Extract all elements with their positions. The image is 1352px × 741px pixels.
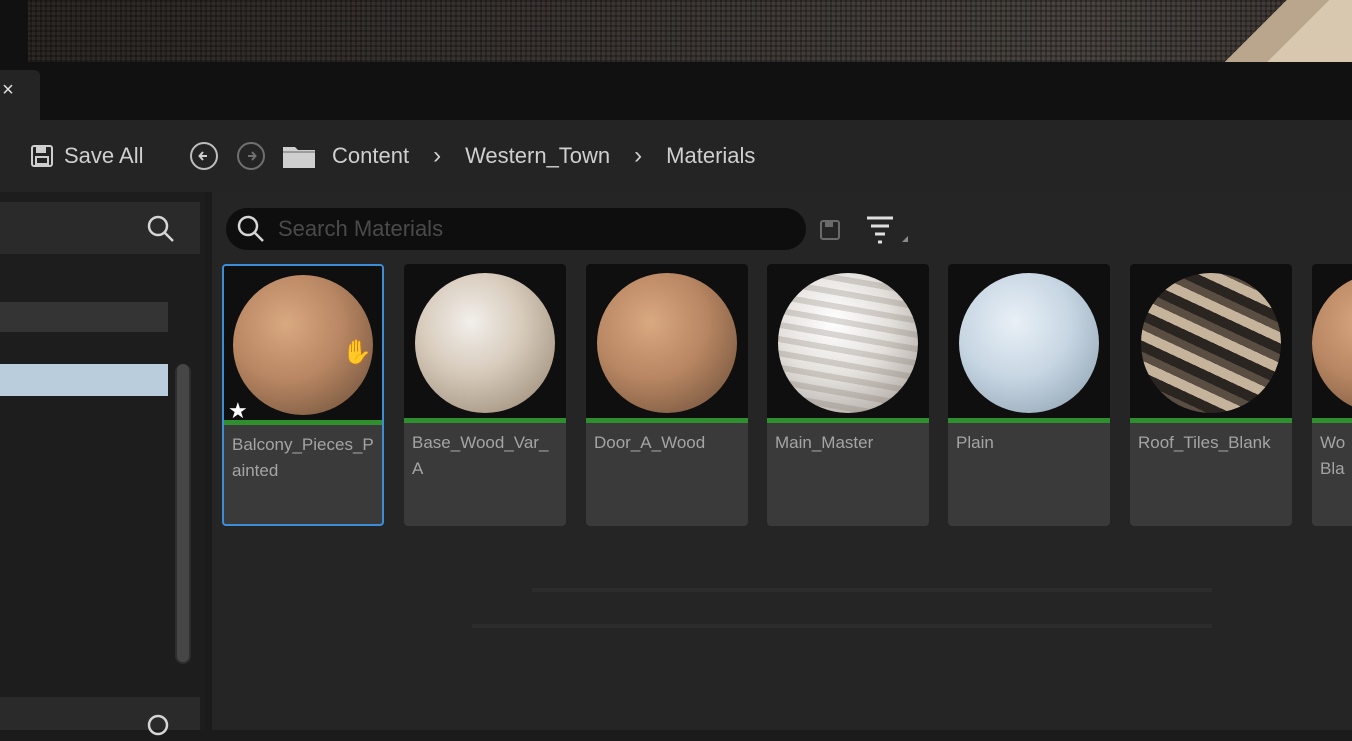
asset-thumbnail [586, 264, 748, 420]
asset-label: Roof_Tiles_Blank [1138, 433, 1271, 452]
folder-tree-item[interactable] [0, 302, 168, 332]
asset-label: Plain [956, 433, 994, 452]
ghost-overlay [472, 624, 1212, 628]
viewport-edge [0, 0, 28, 62]
save-search-icon[interactable] [818, 218, 842, 242]
asset-label: Balcony_Pieces_Painted [232, 435, 374, 480]
asset-type-bar [404, 418, 566, 423]
asset-type-bar [767, 418, 929, 423]
material-sphere [1141, 273, 1281, 413]
asset-tile[interactable]: Door_A_Wood [586, 264, 748, 526]
save-icon [31, 145, 53, 167]
breadcrumb-materials[interactable]: Materials [666, 143, 755, 169]
save-all-label: Save All [64, 143, 144, 168]
back-button[interactable] [190, 142, 218, 170]
folder-icon [283, 147, 315, 168]
asset-type-bar [1130, 418, 1292, 423]
chevron-right-icon[interactable]: › [634, 142, 642, 170]
asset-thumbnail [1312, 264, 1352, 420]
search-materials-input[interactable]: Search Materials [226, 208, 806, 250]
asset-tile[interactable]: Base_Wood_Var_A [404, 264, 566, 526]
breadcrumb-content[interactable]: Content [332, 143, 409, 169]
asset-tile[interactable]: Main_Master [767, 264, 929, 526]
sources-scrollbar[interactable] [175, 364, 191, 664]
search-icon [237, 215, 264, 242]
tab-bar: × [0, 62, 1352, 120]
forward-button[interactable] [237, 142, 265, 170]
filter-icon[interactable] [864, 214, 910, 248]
sources-search-bar[interactable] [0, 202, 200, 254]
asset-label: Main_Master [775, 433, 874, 452]
arrow-right-circle-icon [237, 142, 265, 170]
viewport-beam [1202, 0, 1352, 62]
asset-type-bar [1312, 418, 1352, 423]
sources-panel [0, 192, 205, 736]
material-sphere [415, 273, 555, 413]
asset-tile[interactable]: Roof_Tiles_Blank [1130, 264, 1292, 526]
asset-thumbnail [404, 264, 566, 420]
folder-tree-item-selected[interactable] [0, 364, 168, 396]
collections-search-bar[interactable] [0, 697, 200, 736]
close-tab-icon[interactable]: × [0, 80, 16, 100]
chevron-right-icon[interactable]: › [433, 142, 441, 170]
asset-label: Base_Wood_Var_A [412, 433, 549, 478]
breadcrumb: Content › Western_Town › Materials [332, 142, 755, 170]
asset-type-bar [586, 418, 748, 423]
asset-thumbnail [767, 264, 929, 420]
asset-type-bar [224, 420, 382, 425]
asset-thumbnail: ★ ✋ [224, 266, 382, 422]
asset-tile[interactable]: Wo Bla [1312, 264, 1352, 526]
content-browser-toolbar: Save All Content › Western_Town › Materi… [0, 120, 1352, 192]
asset-thumbnail [948, 264, 1110, 420]
asset-tile[interactable]: ★ ✋ Balcony_Pieces_Painted [222, 264, 384, 526]
ghost-overlay [532, 588, 1212, 592]
material-sphere [778, 273, 918, 413]
folder-button[interactable] [282, 142, 316, 170]
asset-label: Door_A_Wood [594, 433, 706, 452]
asset-thumbnail [1130, 264, 1292, 420]
asset-tile[interactable]: Plain [948, 264, 1110, 526]
search-icon[interactable] [146, 214, 176, 244]
hand-cursor-icon: ✋ [342, 339, 372, 366]
breadcrumb-western-town[interactable]: Western_Town [465, 143, 610, 169]
search-placeholder: Search Materials [278, 216, 444, 241]
scrollbar-thumb[interactable] [177, 364, 189, 662]
asset-type-bar [948, 418, 1110, 423]
level-viewport[interactable] [0, 0, 1352, 62]
material-sphere [1312, 273, 1352, 413]
material-sphere [959, 273, 1099, 413]
arrow-left-circle-icon [190, 142, 218, 170]
favorite-star-icon[interactable]: ★ [228, 400, 248, 422]
material-sphere [597, 273, 737, 413]
content-browser-tab[interactable]: × [0, 70, 40, 120]
asset-view: Search Materials ★ ✋ Balcony_Pieces_Pain… [212, 192, 1352, 730]
save-all-button[interactable]: Save All [30, 142, 144, 170]
asset-label: Wo Bla [1320, 433, 1346, 478]
search-icon[interactable] [146, 713, 174, 741]
